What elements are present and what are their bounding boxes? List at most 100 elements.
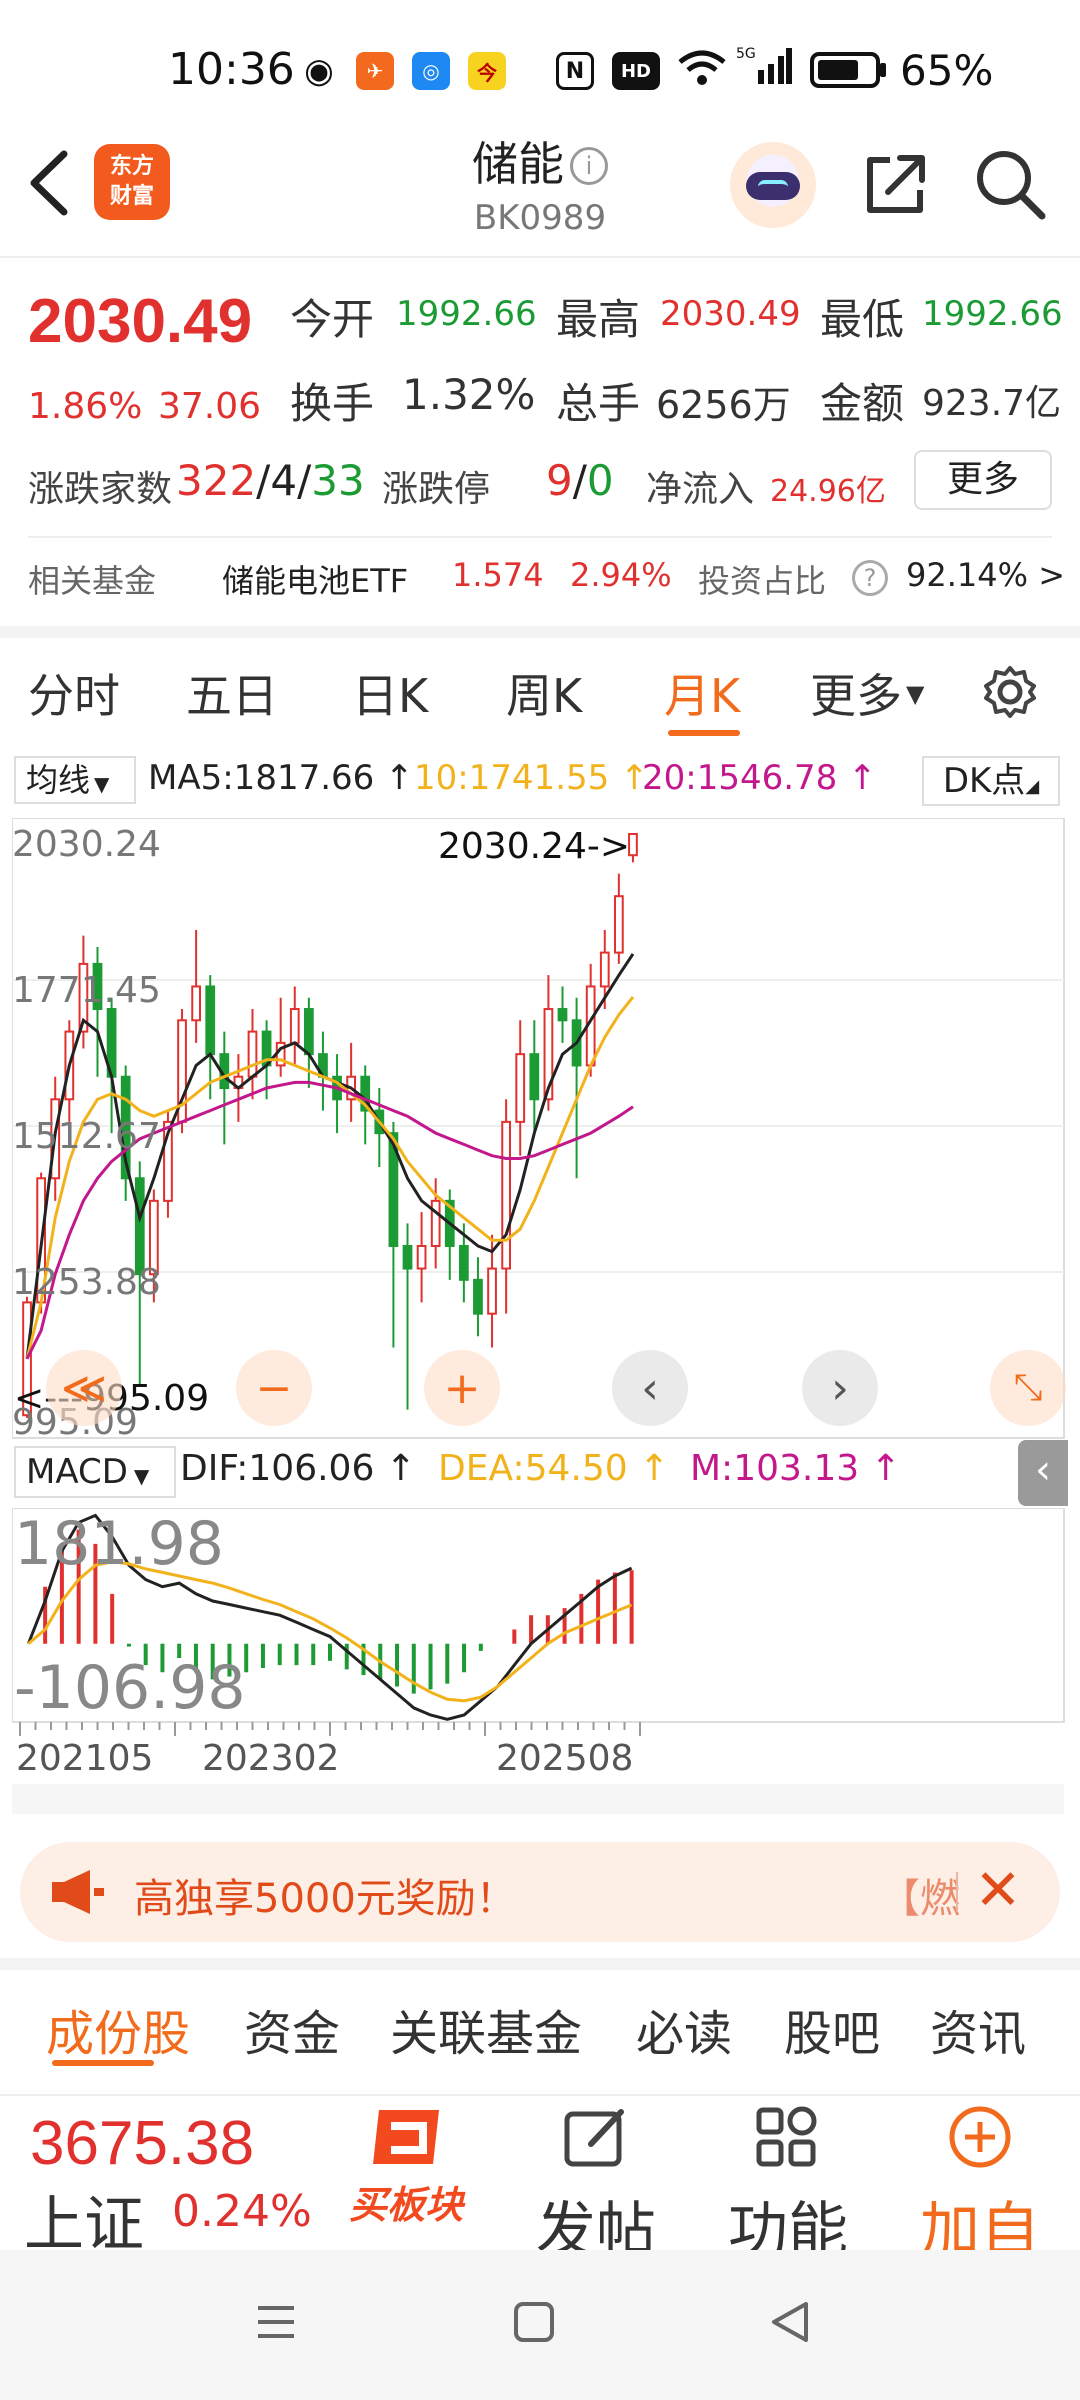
news-app-icon: 今 [468, 52, 506, 90]
network-type: 5G [736, 46, 756, 62]
limit-up-count: 9 [546, 456, 573, 505]
candle-body [599, 951, 610, 988]
fullscreen-button[interactable]: ⤡ [990, 1350, 1066, 1426]
y-tick-label: 1253.88 [12, 1262, 161, 1303]
info-icon[interactable]: i [570, 147, 608, 185]
search-icon[interactable] [972, 146, 1048, 222]
limit-counts: 9/0 [546, 456, 614, 505]
location-icon: ◎ [412, 52, 450, 90]
ma5-value: MA5:1817.66 ↑ [148, 758, 414, 798]
candle-body [613, 895, 624, 954]
netflow-label: 净流入 [646, 469, 755, 510]
hd-icon: HD [612, 52, 660, 90]
m-text: M:103.13 [690, 1448, 860, 1489]
y-tick-label: 1771.45 [12, 970, 161, 1011]
add-circle-icon [949, 2106, 1011, 2168]
candle-body [473, 1278, 483, 1315]
limit-down-count: 0 [586, 456, 614, 505]
ma10-text: 10:1741.55 [414, 758, 610, 798]
help-icon[interactable]: ? [852, 560, 888, 596]
dea-value: DEA:54.50 ↑ [438, 1448, 670, 1489]
zoom-in-button[interactable]: + [424, 1350, 500, 1426]
investment-ratio-value[interactable]: 92.14% > [906, 556, 1065, 594]
macd-select-label: MACD [26, 1452, 128, 1492]
functions-button[interactable]: 功能 [718, 2104, 858, 2269]
tab-forum[interactable]: 股吧 [784, 1994, 880, 2064]
high-value: 2030.49 [660, 294, 801, 334]
active-tab-indicator [668, 730, 740, 736]
advance-count: 322 [176, 456, 257, 505]
quote-divider [28, 536, 1052, 538]
dif-text: DIF:106.06 [180, 1448, 375, 1489]
indicator-select[interactable]: 均线 ▼ [14, 756, 136, 804]
prev-button[interactable]: ‹ [612, 1350, 688, 1426]
tab-must-read[interactable]: 必读 [636, 1994, 732, 2064]
candle-body [205, 985, 216, 1056]
collapse-panel-button[interactable]: ‹ [1018, 1440, 1068, 1506]
buy-sector-button[interactable]: 买板块 [336, 2104, 476, 2229]
candle-body [487, 1267, 497, 1315]
share-icon[interactable] [860, 148, 932, 220]
macd-chart[interactable]: 181.98 -106.98 202105 202302 202508 [12, 1508, 1068, 1816]
tab-related-funds[interactable]: 关联基金 [390, 1994, 582, 2064]
caret-down-icon: ▼ [906, 680, 925, 708]
header-divider [0, 256, 1080, 258]
axis-footer [12, 1784, 1064, 1814]
gear-icon[interactable] [982, 664, 1038, 720]
limit-label: 涨跌停 [382, 469, 491, 510]
tab-funds-flow[interactable]: 资金 [244, 1994, 340, 2064]
amount-value: 923.7亿 [922, 383, 1062, 424]
ma5-text: MA5:1817.66 [148, 758, 375, 798]
candle-body [247, 1030, 258, 1078]
add-watchlist-button[interactable]: 加自 [910, 2104, 1050, 2269]
candle-body [529, 1053, 540, 1101]
tab-more[interactable]: 更多 ▼ [810, 660, 924, 726]
volume-label: 总手 [556, 379, 641, 428]
signal-icon: 5G [736, 46, 792, 84]
candle-body [134, 1177, 145, 1276]
fast-back-button[interactable]: ≪ [46, 1350, 122, 1426]
x-tick-label: 202302 [202, 1738, 339, 1779]
high-label: 最高 [556, 295, 641, 344]
candle-body [628, 833, 638, 857]
tab-intraday[interactable]: 分时 [28, 660, 120, 726]
candle-body [416, 1244, 427, 1270]
home-nav-icon[interactable] [512, 2300, 556, 2344]
dk-point-button[interactable]: DK点◢ [922, 756, 1060, 806]
edit-icon [564, 2109, 624, 2167]
related-fund-name[interactable]: 储能电池ETF [222, 556, 408, 602]
zoom-out-button[interactable]: − [236, 1350, 312, 1426]
caret-down-icon: ▼ [133, 1464, 150, 1488]
close-icon[interactable]: ✕ [970, 1856, 1026, 1926]
tab-daily-k[interactable]: 日K [352, 660, 428, 726]
tab-monthly-k[interactable]: 月K [664, 660, 740, 726]
turnover-label: 换手 [290, 379, 375, 428]
index-value[interactable]: 3675.38 [30, 2108, 254, 2179]
tab-news[interactable]: 资讯 [930, 1994, 1026, 2064]
menu-nav-icon[interactable] [254, 2300, 298, 2344]
macd-select[interactable]: MACD ▼ [14, 1446, 176, 1498]
netflow-value: 24.96亿 [770, 474, 886, 509]
tab-five-day[interactable]: 五日 [186, 660, 278, 726]
wechat-icon: ◉ [300, 51, 338, 91]
candle-body [402, 1244, 413, 1270]
adv-dec-counts: 322/4/33 [176, 456, 365, 505]
active-bottom-tab-indicator [52, 2060, 154, 2066]
ma20-value: 20:1546.78 ↑ [642, 758, 877, 798]
status-time: 10:36 [168, 44, 295, 95]
indicator-select-label: 均线 [26, 761, 91, 799]
next-button[interactable]: › [802, 1350, 878, 1426]
macd-y-tick-label: -106.98 [14, 1653, 246, 1723]
promo-tail: 【燃 [880, 1876, 960, 1922]
investment-ratio-label: 投资占比 [698, 562, 827, 600]
volume-value: 6256万 [656, 383, 791, 427]
tab-weekly-k[interactable]: 周K [506, 660, 582, 726]
index-percent: 0.24% [172, 2186, 312, 2237]
open-label: 今开 [290, 295, 375, 344]
back-nav-icon[interactable] [768, 2298, 812, 2346]
robot-avatar-icon[interactable] [730, 142, 816, 228]
kline-chart[interactable]: 2030.241771.451512.671253.88995.092030.2… [12, 818, 1068, 1440]
post-button[interactable]: 发帖 [526, 2104, 666, 2269]
more-button[interactable]: 更多 [914, 450, 1052, 510]
tab-constituents[interactable]: 成份股 [46, 1994, 190, 2064]
